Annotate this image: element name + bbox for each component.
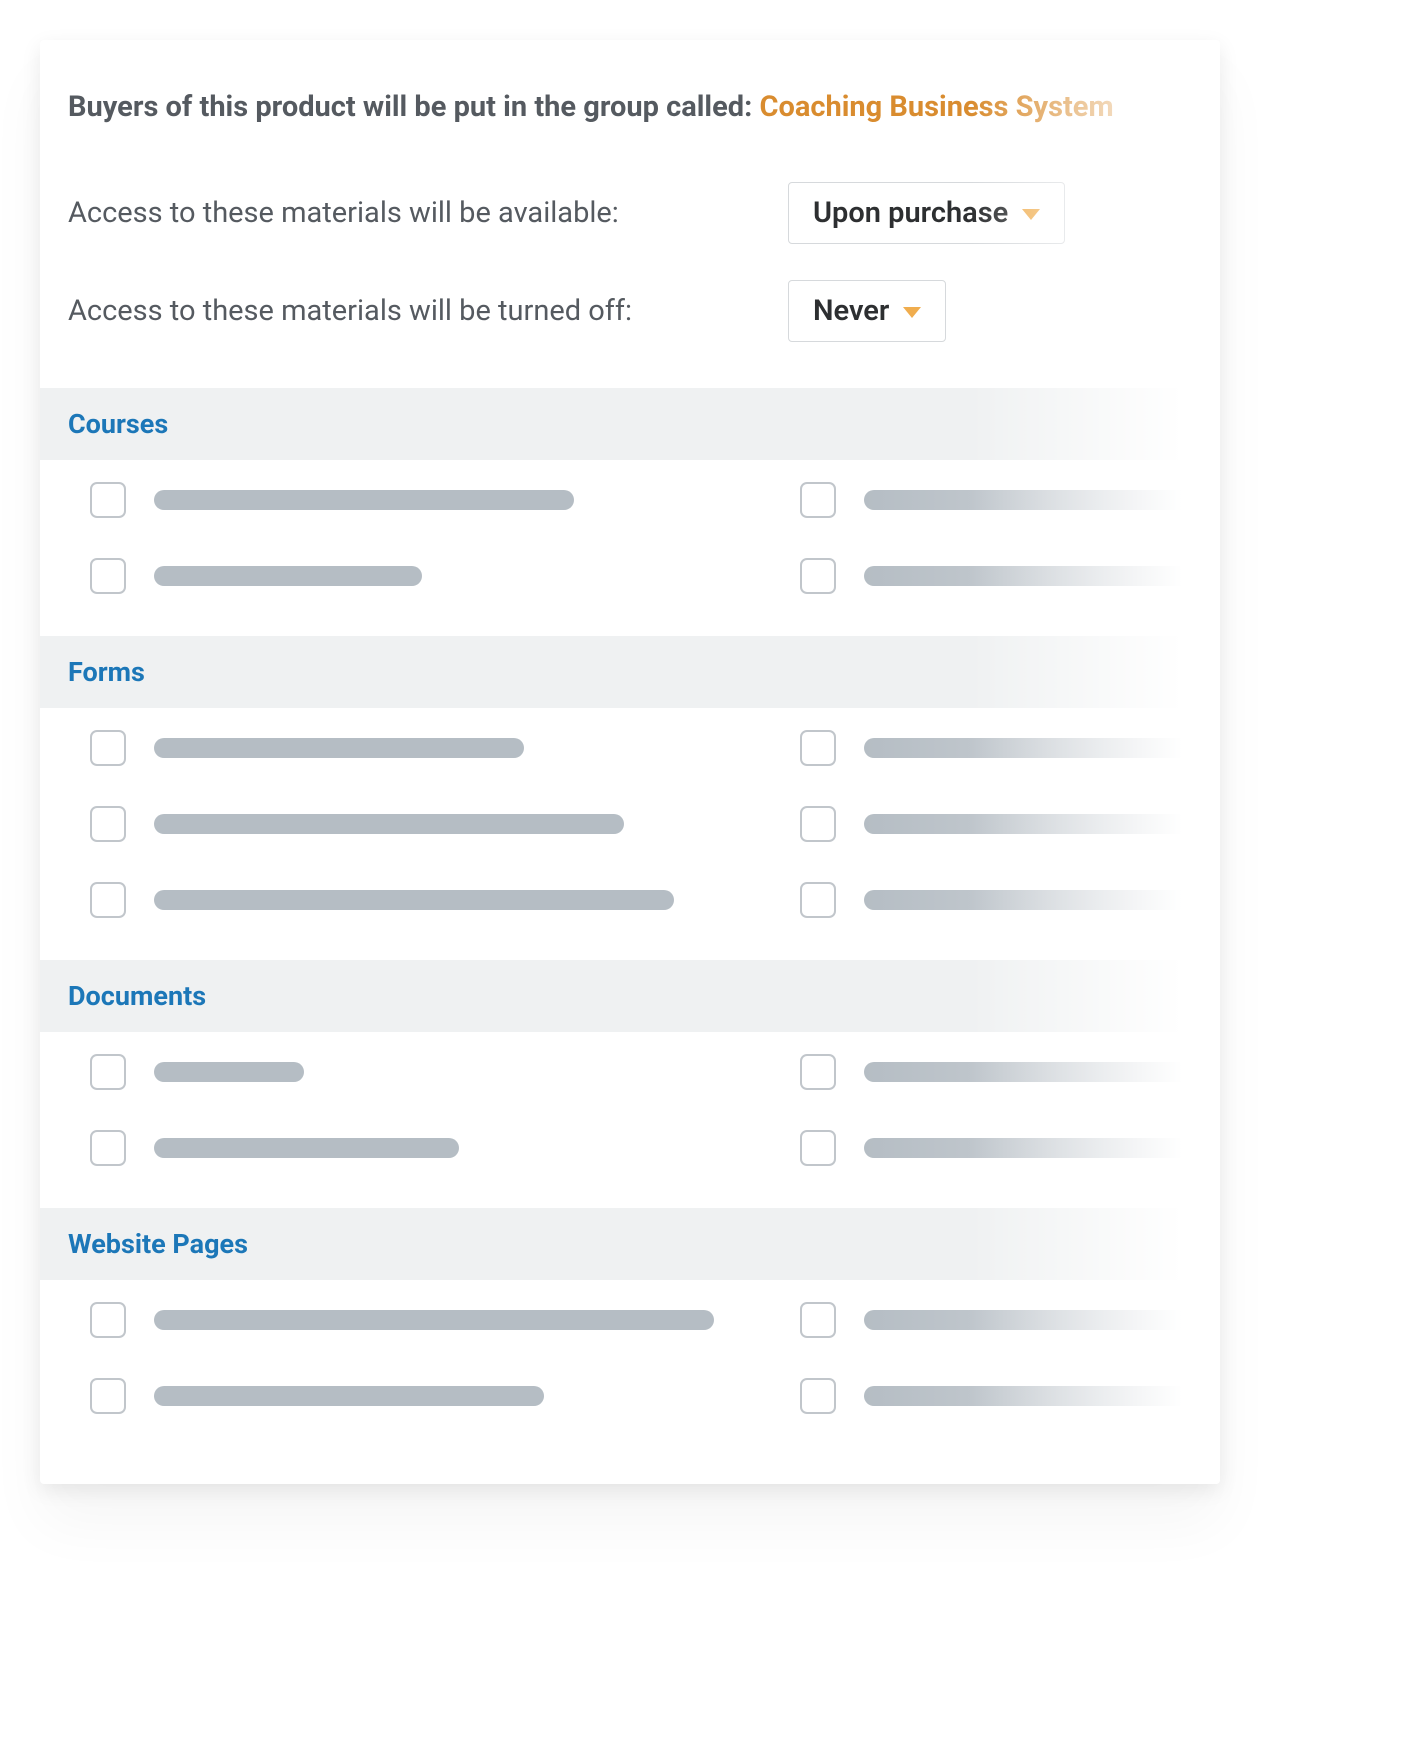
list-item bbox=[90, 1302, 800, 1338]
list-item bbox=[90, 806, 800, 842]
section-header: Courses bbox=[40, 388, 1220, 460]
item-label-placeholder bbox=[864, 814, 1204, 834]
items-grid bbox=[40, 708, 1220, 928]
item-label-placeholder bbox=[864, 566, 1204, 586]
chevron-down-icon bbox=[903, 307, 921, 318]
item-label-placeholder bbox=[864, 1310, 1204, 1330]
list-item bbox=[800, 558, 1204, 594]
items-grid bbox=[40, 1032, 1220, 1176]
item-label-placeholder bbox=[154, 814, 624, 834]
item-checkbox[interactable] bbox=[800, 482, 836, 518]
list-item bbox=[800, 1302, 1204, 1338]
item-checkbox[interactable] bbox=[800, 806, 836, 842]
item-label-placeholder bbox=[864, 1138, 1204, 1158]
item-label-placeholder bbox=[154, 738, 524, 758]
list-item bbox=[800, 482, 1204, 518]
item-label-placeholder bbox=[864, 1386, 1204, 1406]
list-item bbox=[90, 558, 800, 594]
items-grid bbox=[40, 1280, 1220, 1424]
list-item bbox=[800, 1378, 1204, 1414]
item-checkbox[interactable] bbox=[90, 806, 126, 842]
access-available-value: Upon purchase bbox=[813, 196, 1008, 230]
list-item bbox=[800, 806, 1204, 842]
access-off-dropdown[interactable]: Never bbox=[788, 280, 946, 342]
item-checkbox[interactable] bbox=[800, 1378, 836, 1414]
item-checkbox[interactable] bbox=[90, 558, 126, 594]
item-checkbox[interactable] bbox=[90, 1130, 126, 1166]
access-available-label: Access to these materials will be availa… bbox=[68, 196, 748, 230]
list-item bbox=[90, 1054, 800, 1090]
group-assignment-header: Buyers of this product will be put in th… bbox=[40, 90, 1220, 164]
item-label-placeholder bbox=[154, 566, 422, 586]
item-checkbox[interactable] bbox=[90, 482, 126, 518]
header-prefix: Buyers of this product will be put in th… bbox=[68, 90, 759, 124]
items-grid bbox=[40, 460, 1220, 604]
section-header: Documents bbox=[40, 960, 1220, 1032]
item-label-placeholder bbox=[154, 890, 674, 910]
item-label-placeholder bbox=[154, 1062, 304, 1082]
item-checkbox[interactable] bbox=[800, 1302, 836, 1338]
access-available-dropdown[interactable]: Upon purchase bbox=[788, 182, 1065, 244]
item-label-placeholder bbox=[864, 1062, 1204, 1082]
item-label-placeholder bbox=[864, 738, 1204, 758]
item-label-placeholder bbox=[154, 1138, 459, 1158]
list-item bbox=[90, 882, 800, 918]
section-header: Website Pages bbox=[40, 1208, 1220, 1280]
item-checkbox[interactable] bbox=[800, 1054, 836, 1090]
item-checkbox[interactable] bbox=[800, 558, 836, 594]
item-label-placeholder bbox=[864, 890, 1204, 910]
access-off-value: Never bbox=[813, 294, 889, 328]
item-label-placeholder bbox=[154, 1310, 714, 1330]
item-checkbox[interactable] bbox=[800, 882, 836, 918]
access-off-row: Access to these materials will be turned… bbox=[40, 262, 1220, 360]
item-checkbox[interactable] bbox=[800, 1130, 836, 1166]
list-item bbox=[800, 882, 1204, 918]
item-checkbox[interactable] bbox=[90, 1302, 126, 1338]
item-label-placeholder bbox=[154, 490, 574, 510]
list-item bbox=[90, 1130, 800, 1166]
section-header: Forms bbox=[40, 636, 1220, 708]
list-item bbox=[800, 1130, 1204, 1166]
product-access-panel: Buyers of this product will be put in th… bbox=[40, 40, 1220, 1484]
item-checkbox[interactable] bbox=[90, 1054, 126, 1090]
list-item bbox=[800, 730, 1204, 766]
item-checkbox[interactable] bbox=[800, 730, 836, 766]
access-off-label: Access to these materials will be turned… bbox=[68, 294, 748, 328]
list-item bbox=[800, 1054, 1204, 1090]
item-checkbox[interactable] bbox=[90, 882, 126, 918]
list-item bbox=[90, 730, 800, 766]
list-item bbox=[90, 482, 800, 518]
access-available-row: Access to these materials will be availa… bbox=[40, 164, 1220, 262]
item-label-placeholder bbox=[154, 1386, 544, 1406]
chevron-down-icon bbox=[1022, 209, 1040, 220]
item-label-placeholder bbox=[864, 490, 1204, 510]
list-item bbox=[90, 1378, 800, 1414]
item-checkbox[interactable] bbox=[90, 730, 126, 766]
group-name: Coaching Business System bbox=[759, 90, 1113, 124]
item-checkbox[interactable] bbox=[90, 1378, 126, 1414]
